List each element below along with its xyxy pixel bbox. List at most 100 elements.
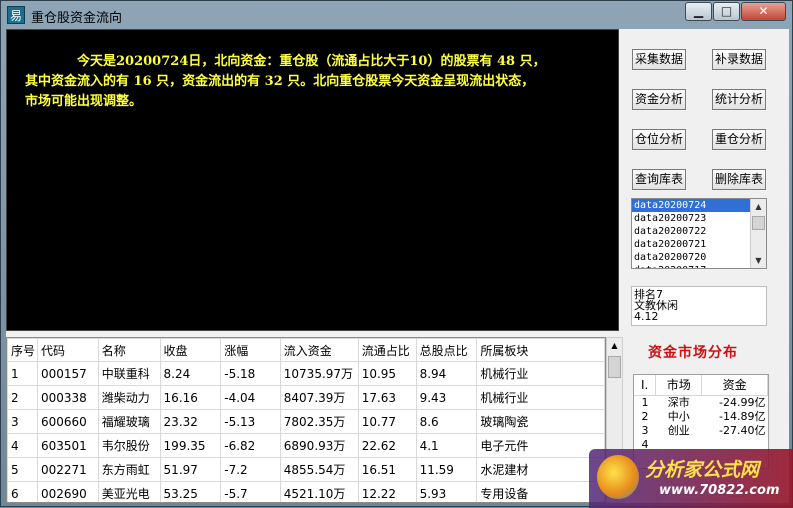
table-cell: 51.97 (159, 457, 222, 482)
table-cell: -7.2 (220, 457, 281, 482)
stock-grid[interactable]: 序号 代码 名称 收盘 涨幅 流入资金 流通占比 总股点比 所属板块 1 000157 中联重科 8.… (6, 337, 606, 503)
data-table-list[interactable]: data20200724 data20200723 data20200722 data… (631, 198, 767, 269)
table-cell: 4.1 (415, 433, 478, 458)
table-cell: 4 (7, 433, 38, 458)
collect-data-button[interactable]: 采集数据 (632, 49, 686, 70)
stat-analysis-button[interactable]: 统计分析 (712, 89, 766, 110)
table-cell: 4521.10万 (279, 481, 359, 502)
app-window: 易 重仓股资金流向 ▁ □ ✕ 今天是20200724日，北向资金：重仓股（流通… (0, 0, 793, 508)
title-bar[interactable]: 易 重仓股资金流向 ▁ □ ✕ (1, 1, 793, 29)
market-row-index: 1 (641, 395, 649, 409)
data-table-list-item[interactable]: data20200722 (632, 225, 750, 238)
market-row-name: 深市 (667, 395, 690, 409)
grid-column-header[interactable]: 流通占比 (357, 338, 417, 362)
fund-distribution-title: 资金市场分布 (648, 345, 738, 361)
grid-column-header[interactable]: 总股点比 (415, 338, 478, 362)
market-row[interactable]: 2 中小 -14.89亿 (634, 410, 768, 424)
scroll-up-icon[interactable]: ▲ (607, 338, 622, 354)
table-cell: 16.51 (357, 457, 417, 482)
table-cell: 4855.54万 (279, 457, 359, 482)
grid-column-header[interactable]: 名称 (97, 338, 161, 362)
grid-scroll-thumb[interactable] (608, 356, 621, 378)
fund-analysis-button[interactable]: 资金分析 (632, 89, 686, 110)
heavy-position-analysis-button[interactable]: 重仓分析 (712, 129, 766, 150)
table-cell: 8.94 (415, 361, 478, 386)
maximize-button[interactable]: □ (713, 2, 740, 21)
table-cell: 000338 (36, 385, 99, 410)
analysis-message: 今天是20200724日，北向资金：重仓股（流通占比大于10）的股票有 48 只… (25, 52, 615, 112)
market-row-fund: -27.40亿 (719, 423, 766, 437)
col-header-index[interactable]: I. (634, 375, 657, 396)
data-table-list-item[interactable]: data20200720 (632, 251, 750, 264)
grid-column-header[interactable]: 所属板块 (476, 338, 605, 362)
table-cell: -6.82 (220, 433, 281, 458)
table-cell: 10.77 (357, 409, 417, 434)
table-cell: -4.04 (220, 385, 281, 410)
table-cell: -5.18 (220, 361, 281, 386)
grid-column-header[interactable]: 序号 (7, 338, 38, 362)
table-cell: 6 (7, 481, 38, 502)
scroll-up-icon[interactable]: ▲ (751, 199, 766, 214)
market-row-name: 创业 (667, 423, 690, 437)
table-cell: 玻璃陶瓷 (476, 409, 605, 434)
close-button[interactable]: ✕ (741, 2, 786, 21)
market-row[interactable]: 1 深市 -24.99亿 (634, 395, 768, 410)
grid-column-header[interactable]: 流入资金 (279, 338, 359, 362)
table-cell: 美亚光电 (97, 481, 161, 502)
table-row[interactable]: 5 002271 东方雨虹 51.97 -7.2 4855.54万 16.51 11.59 水泥… (7, 457, 605, 482)
market-row[interactable]: 3 创业 -27.40亿 (634, 424, 768, 438)
table-cell: 8407.39万 (279, 385, 359, 410)
list-scroll-thumb[interactable] (752, 216, 765, 230)
delete-table-button[interactable]: 删除库表 (712, 169, 766, 190)
data-table-list-item[interactable]: data20200717 (632, 264, 750, 268)
table-cell: 中联重科 (97, 361, 161, 386)
table-cell: 潍柴动力 (97, 385, 161, 410)
table-cell: 8.6 (415, 409, 478, 434)
col-header-fund[interactable]: 资金 (701, 375, 768, 396)
info-value: 4.12 (634, 310, 659, 323)
data-table-list-item[interactable]: data20200721 (632, 238, 750, 251)
scroll-down-icon[interactable]: ▼ (751, 253, 766, 268)
table-cell: 1 (7, 361, 38, 386)
table-cell: 机械行业 (476, 385, 605, 410)
data-table-list-item[interactable]: data20200724 (632, 199, 750, 212)
table-cell: 专用设备 (476, 481, 605, 502)
table-row[interactable]: 3 600660 福耀玻璃 23.32 -5.13 7802.35万 10.77 8.6 玻璃陶… (7, 409, 605, 434)
table-row[interactable]: 6 002690 美亚光电 53.25 -5.7 4521.10万 12.22 5.93 专用设… (7, 481, 605, 502)
table-row[interactable]: 1 000157 中联重科 8.24 -5.18 10735.97万 10.95 8.94 机械… (7, 361, 605, 386)
table-cell: 603501 (36, 433, 99, 458)
position-analysis-button[interactable]: 仓位分析 (632, 129, 686, 150)
watermark-title: 分析家公式网 (645, 459, 760, 481)
table-cell: 002690 (36, 481, 99, 502)
minimize-button[interactable]: ▁ (685, 2, 712, 21)
table-cell: 韦尔股份 (97, 433, 161, 458)
table-cell: 东方雨虹 (97, 457, 161, 482)
table-row[interactable]: 2 000338 潍柴动力 16.16 -4.04 8407.39万 17.63 9.43 机械… (7, 385, 605, 410)
table-cell: 8.24 (159, 361, 222, 386)
grid-column-header[interactable]: 代码 (36, 338, 99, 362)
client-area: 今天是20200724日，北向资金：重仓股（流通占比大于10）的股票有 48 只… (6, 29, 789, 503)
message-line-2: 其中资金流入的有 16 只，资金流出的有 32 只。北向重仓股票今天资金呈现流出… (25, 74, 535, 89)
query-table-button[interactable]: 查询库表 (632, 169, 686, 190)
market-row-index: 3 (641, 423, 649, 437)
table-cell: 电子元件 (476, 433, 605, 458)
table-cell: 3 (7, 409, 38, 434)
grid-column-header[interactable]: 涨幅 (220, 338, 281, 362)
table-cell: 11.59 (415, 457, 478, 482)
table-cell: -5.7 (220, 481, 281, 502)
table-cell: 9.43 (415, 385, 478, 410)
table-row[interactable]: 4 603501 韦尔股份 199.35 -6.82 6890.93万 22.62 4.1 电子… (7, 433, 605, 458)
table-cell: 002271 (36, 457, 99, 482)
app-icon: 易 (7, 6, 25, 24)
table-cell: 10.95 (357, 361, 417, 386)
grid-column-header[interactable]: 收盘 (159, 338, 222, 362)
message-panel: 今天是20200724日，北向资金：重仓股（流通占比大于10）的股票有 48 只… (6, 29, 619, 331)
data-table-list-item[interactable]: data20200723 (632, 212, 750, 225)
supplement-data-button[interactable]: 补录数据 (712, 49, 766, 70)
table-cell: 10735.97万 (279, 361, 359, 386)
info-box: 排名7 文教休闲 4.12 (631, 286, 767, 326)
table-cell: 2 (7, 385, 38, 410)
site-logo-icon (597, 455, 639, 499)
col-header-market[interactable]: 市场 (655, 375, 703, 396)
list-scrollbar[interactable]: ▲ ▼ (750, 199, 766, 268)
